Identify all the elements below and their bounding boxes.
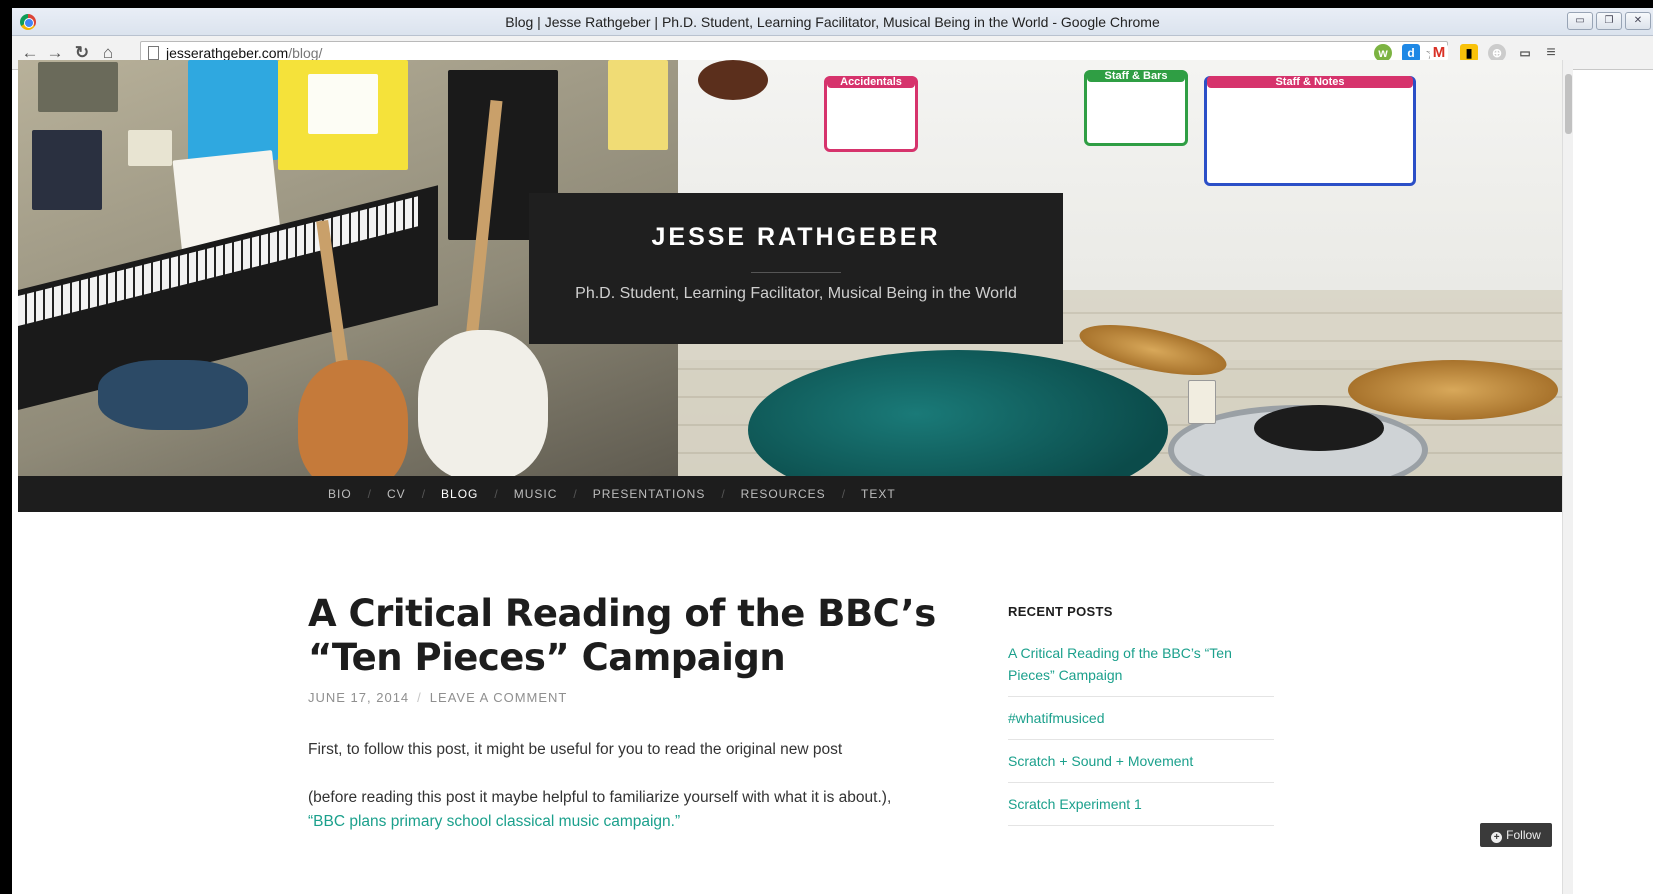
accidentals-poster: Accidentals [824, 76, 918, 152]
page-icon [148, 46, 159, 60]
nav-item-music[interactable]: MUSIC [514, 487, 558, 501]
close-button[interactable]: ✕ [1625, 12, 1651, 30]
nav-separator: / [421, 487, 426, 501]
site-tagline: Ph.D. Student, Learning Facilitator, Mus… [575, 285, 1017, 302]
recent-post-link[interactable]: Scratch + Sound + Movement [1008, 750, 1274, 783]
recent-post-link[interactable]: Scratch Experiment 1 [1008, 793, 1274, 826]
post-title[interactable]: A Critical Reading of the BBC’s “Ten Pie… [308, 592, 948, 680]
nav-item-blog[interactable]: BLOG [441, 487, 478, 501]
page-viewport: Accidentals Staff & Bars Staff & Notes J… [18, 60, 1562, 894]
page-scrollbar[interactable] [1562, 60, 1573, 894]
title-divider [751, 272, 841, 273]
content-area: A Critical Reading of the BBC’s “Ten Pie… [18, 512, 1562, 894]
nav-item-cv[interactable]: CV [387, 487, 406, 501]
bbc-article-link[interactable]: “BBC plans primary school classical musi… [308, 810, 891, 834]
nav-separator: / [367, 487, 372, 501]
plus-icon: + [1491, 832, 1503, 843]
title-bar: Blog | Jesse Rathgeber | Ph.D. Student, … [12, 8, 1653, 36]
nav-separator: / [841, 487, 846, 501]
staff-notes-poster: Staff & Notes [1204, 76, 1416, 186]
follow-button[interactable]: + Follow [1480, 823, 1552, 847]
staff-bars-poster: Staff & Bars [1084, 70, 1188, 146]
header-image: Accidentals Staff & Bars Staff & Notes J… [18, 60, 1562, 476]
url-text: jesserathgeber.com/blog/ [166, 45, 323, 61]
recent-post-link[interactable]: A Critical Reading of the BBC’s “Ten Pie… [1008, 642, 1274, 697]
browser-window: Blog | Jesse Rathgeber | Ph.D. Student, … [12, 8, 1653, 894]
nav-item-resources[interactable]: RESOURCES [741, 487, 826, 501]
post-paragraph-2: (before reading this post it maybe helpf… [308, 786, 891, 834]
main-nav: BIO / CV / BLOG / MUSIC / PRESENTATIONS / RESOURCE… [18, 476, 1562, 512]
site-title[interactable]: JESSE RATHGEBER [529, 223, 1063, 252]
recent-posts-title: RECENT POSTS [1008, 604, 1113, 619]
nav-separator: / [721, 487, 725, 501]
nav-item-presentations[interactable]: PRESENTATIONS [593, 487, 706, 501]
post-paragraph-1: First, to follow this post, it might be … [308, 741, 843, 758]
restore-button[interactable]: ❐ [1596, 12, 1622, 30]
nav-separator: / [494, 487, 498, 501]
window-title: Blog | Jesse Rathgeber | Ph.D. Student, … [505, 14, 1160, 30]
scroll-thumb[interactable] [1565, 74, 1572, 134]
site-title-box: JESSE RATHGEBER Ph.D. Student, Learning … [529, 193, 1063, 344]
post-meta: JUNE 17, 2014/LEAVE A COMMENT [308, 690, 568, 705]
nav-item-text[interactable]: TEXT [861, 487, 896, 501]
recent-post-link[interactable]: #whatifmusiced [1008, 707, 1274, 740]
leave-comment-link[interactable]: LEAVE A COMMENT [430, 690, 568, 705]
nav-item-bio[interactable]: BIO [328, 487, 352, 501]
post-date[interactable]: JUNE 17, 2014 [308, 690, 409, 705]
recent-posts-list: A Critical Reading of the BBC’s “Ten Pie… [1008, 642, 1274, 836]
nav-separator: / [573, 487, 577, 501]
minimize-button[interactable]: ▭ [1567, 12, 1593, 30]
